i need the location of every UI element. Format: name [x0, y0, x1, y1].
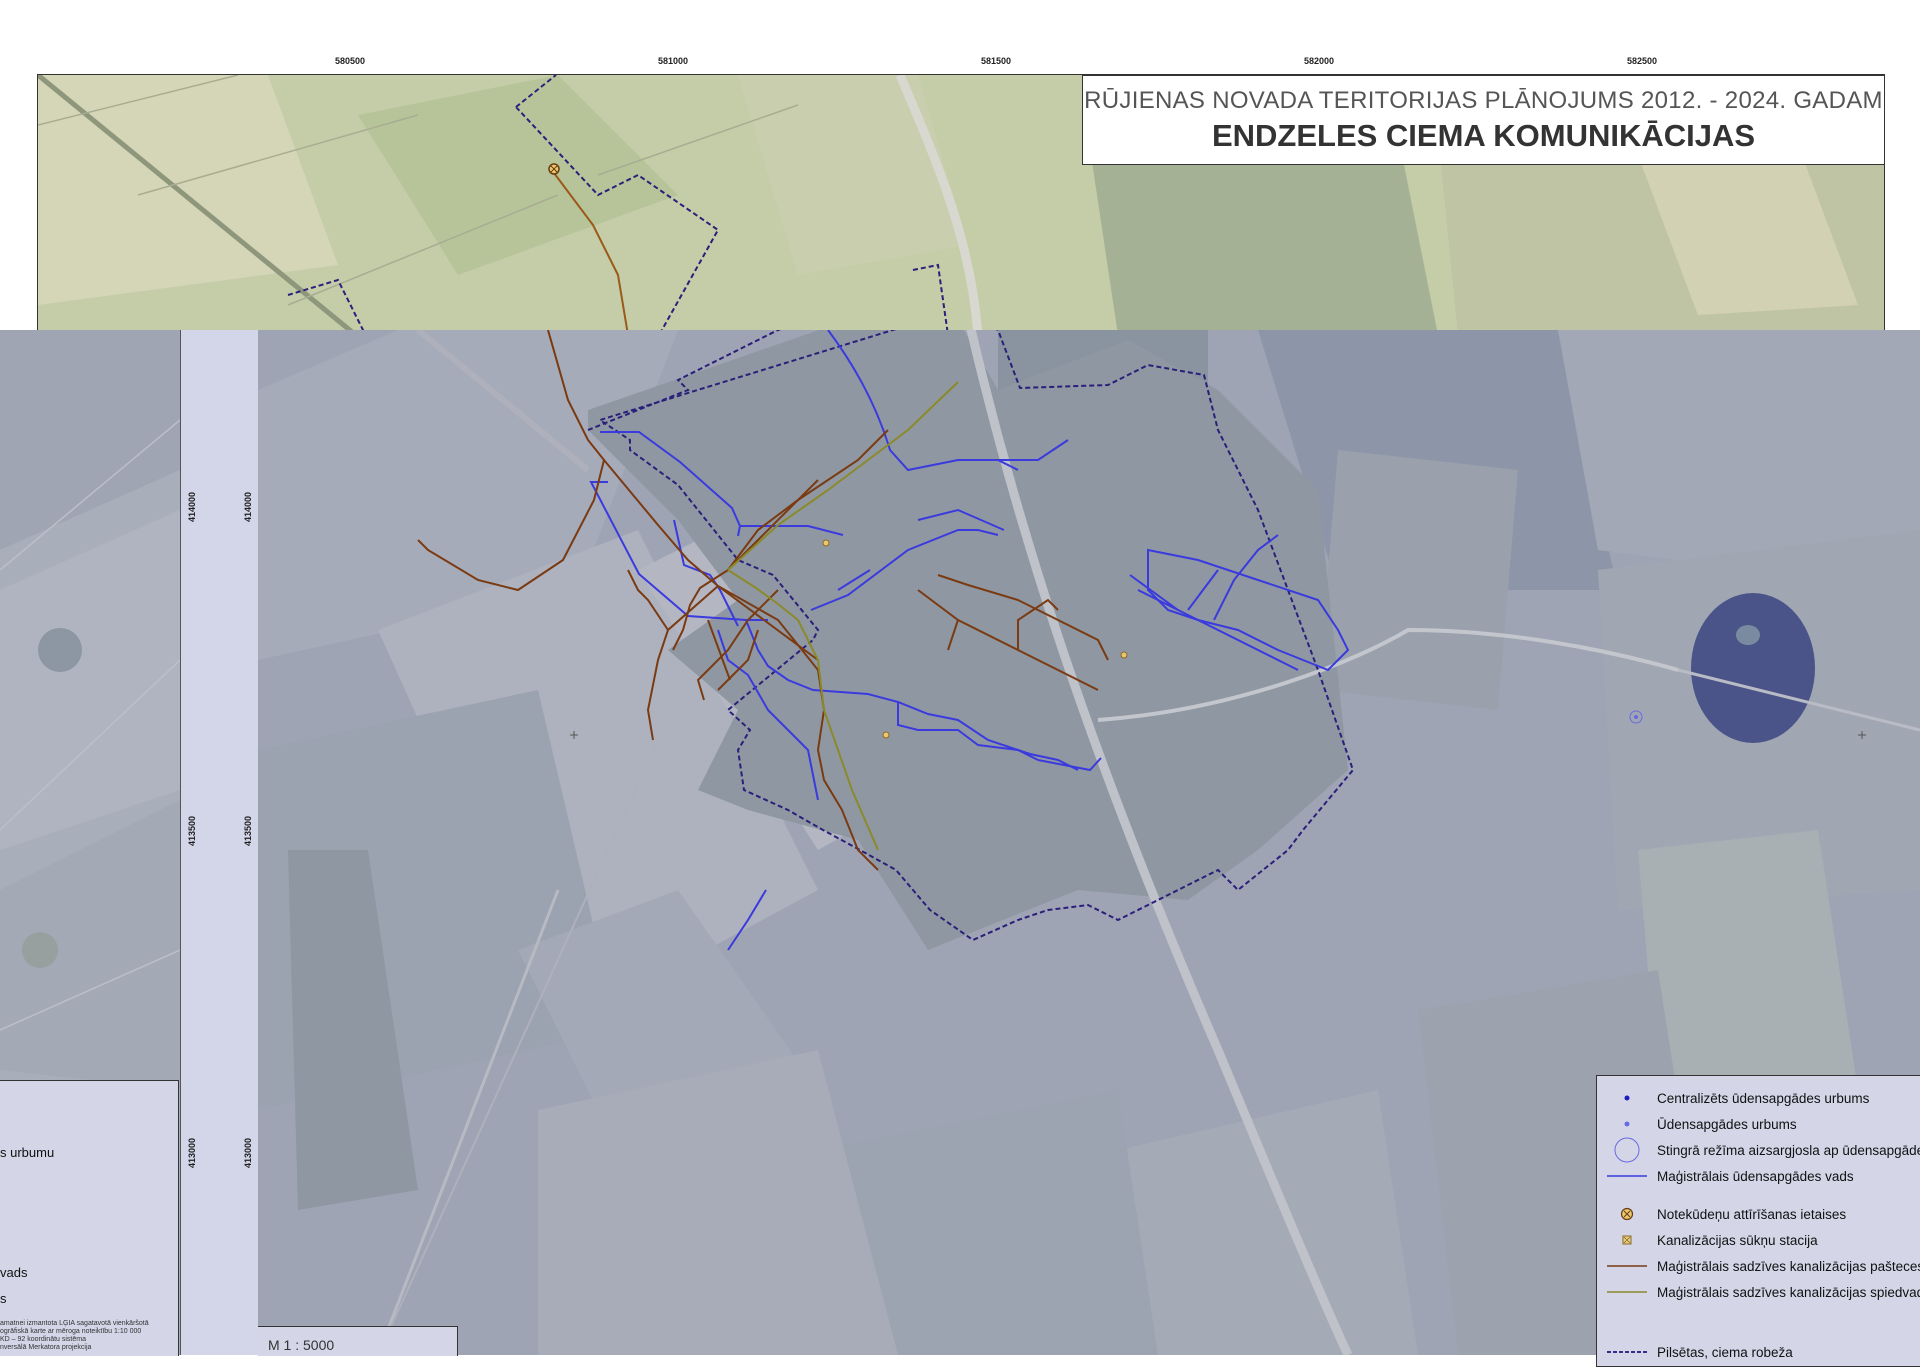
left-legend-item: vads [0, 1265, 28, 1280]
source-note: amatnei izmantota LĢIA sagatavotā vienkā… [0, 1320, 149, 1327]
legend-label: Maģistrālais sadzīves kanalizācijas pašt… [1657, 1258, 1920, 1274]
side-tick-label: 413500 [243, 815, 253, 846]
legend-item-boundary: Pilsētas, ciema robeža [1597, 1342, 1793, 1362]
map-title-box: RŪJIENAS NOVADA TERITORIJAS PLĀNOJUMS 20… [1082, 75, 1885, 165]
side-tick-label: 414000 [187, 491, 197, 522]
source-note: nversālā Merkatora projekcija [0, 1344, 92, 1351]
left-legend-item: s urbumu [0, 1145, 55, 1160]
left-legend-item: s [0, 1291, 7, 1306]
top-tick-label: 582000 [1303, 56, 1335, 66]
line-icon [1597, 1263, 1657, 1269]
left-legend-box: s urbumu vads s amatnei izmantota LĢIA s… [0, 1080, 179, 1356]
top-tick-label: 582500 [1626, 56, 1658, 66]
legend-item-pump-station: Kanalizācijas sūkņu stacija [1597, 1230, 1818, 1250]
legend-item-gravity-sewer: Maģistrālais sadzīves kanalizācijas pašt… [1597, 1256, 1920, 1276]
circle-cross-icon [1597, 1207, 1657, 1221]
legend-item-water-well: Ūdensapgādes urbums [1597, 1114, 1797, 1134]
legend-label: Kanalizācijas sūkņu stacija [1657, 1232, 1818, 1248]
side-tick-label: 413000 [243, 1137, 253, 1168]
line-icon [1597, 1173, 1657, 1179]
legend-label: Notekūdeņu attīrīšanas ietaises [1657, 1206, 1847, 1222]
scale-label: M 1 : 5000 [258, 1326, 458, 1356]
top-tick-label: 581000 [657, 56, 689, 66]
legend-item-pressure-sewer: Maģistrālais sadzīves kanalizācijas spie… [1597, 1282, 1920, 1302]
square-cross-icon [1597, 1234, 1657, 1246]
map-legend: Centralizēts ūdensapgādes urbums Ūdensap… [1596, 1075, 1920, 1367]
top-tick-label: 580500 [334, 56, 366, 66]
side-tick-label: 413000 [187, 1137, 197, 1168]
map-title: ENDZELES CIEMA KOMUNIKĀCIJAS [1211, 118, 1756, 153]
legend-label: Ūdensapgādes urbums [1657, 1116, 1797, 1132]
line-icon [1597, 1289, 1657, 1295]
circle-outline-icon [1597, 1136, 1657, 1164]
dot-icon [1597, 1092, 1657, 1104]
plan-title: RŪJIENAS NOVADA TERITORIJAS PLĀNOJUMS 20… [1084, 87, 1883, 114]
dot-icon [1597, 1118, 1657, 1130]
source-note: KD – 92 koordinātu sistēma [0, 1336, 86, 1343]
dashed-line-icon [1597, 1349, 1657, 1355]
side-tick-label: 413500 [187, 815, 197, 846]
legend-label: Stingrā režīma aizsargjosla ap ūdensapgā… [1657, 1142, 1920, 1158]
legend-item-centralized-well: Centralizēts ūdensapgādes urbums [1597, 1088, 1869, 1108]
legend-item-treatment-plant: Notekūdeņu attīrīšanas ietaises [1597, 1204, 1846, 1224]
source-note: ogrāfiskā karte ar mēroga noteiktību 1:1… [0, 1328, 142, 1335]
legend-item-protection-zone: Stingrā režīma aizsargjosla ap ūdensapgā… [1597, 1137, 1920, 1163]
side-tick-label: 414000 [243, 491, 253, 522]
legend-label: Maģistrālais sadzīves kanalizācijas spie… [1657, 1284, 1920, 1300]
legend-label: Maģistrālais ūdensapgādes vads [1657, 1168, 1854, 1184]
top-tick-label: 581500 [980, 56, 1012, 66]
legend-label: Centralizēts ūdensapgādes urbums [1657, 1090, 1870, 1106]
legend-label: Pilsētas, ciema robeža [1657, 1344, 1793, 1360]
legend-item-water-main: Maģistrālais ūdensapgādes vads [1597, 1166, 1854, 1186]
